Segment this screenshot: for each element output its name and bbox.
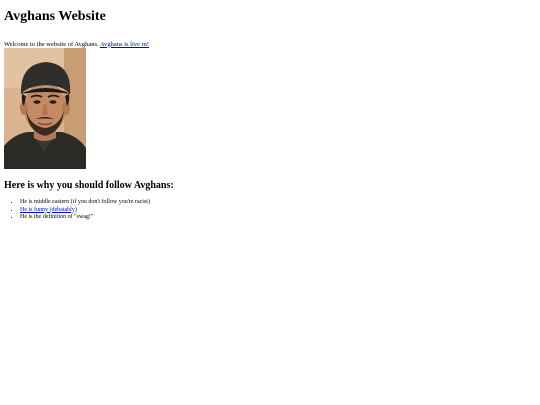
list-item[interactable]: He is funny (debatably) [20, 207, 150, 215]
portrait-photo [4, 48, 86, 169]
reason-link[interactable]: He is funny (debatably) [20, 207, 77, 213]
portrait-image [4, 48, 86, 169]
live-link[interactable]: Avghans is live rn! [100, 41, 149, 48]
intro-text: Welcome to the website of Avghans. [4, 40, 100, 48]
reason-text: He is the definition of "swag!" [20, 214, 94, 220]
page-title: Avghans Website [4, 9, 106, 24]
reason-text: He is middle eastern (if you don't follo… [20, 199, 150, 205]
list-item: He is the definition of "swag!" [20, 214, 150, 222]
reasons-list: He is middle eastern (if you don't follo… [4, 199, 150, 222]
section-title: Here is why you should follow Avghans: [4, 180, 174, 191]
list-item: He is middle eastern (if you don't follo… [20, 199, 150, 207]
